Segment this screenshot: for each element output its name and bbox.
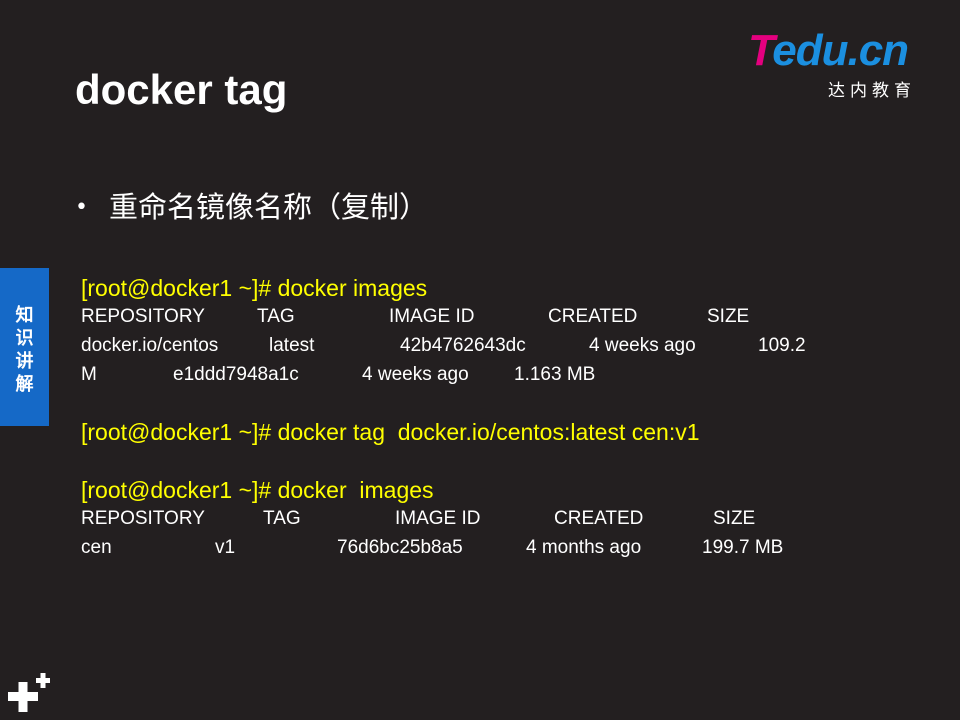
cell-image-id: 42b4762643dc <box>400 335 526 356</box>
cell-created: 4 weeks ago <box>362 364 469 385</box>
cell-size-wrap: M <box>81 364 97 385</box>
cell-created: 4 months ago <box>526 537 642 558</box>
slide: docker tag Tedu.cn 达内教育 • 重命名镜像名称（复制） 知 识… <box>0 0 960 720</box>
tedu-logo: Tedu.cn 达内教育 <box>748 26 928 102</box>
cell-tag: latest <box>269 335 315 356</box>
command-line-1: [root@docker1 ~]# docker images <box>81 275 428 301</box>
cell-tag: v1 <box>215 537 236 558</box>
cell-size: 199.7 MB <box>702 537 784 558</box>
header-created: CREATED <box>554 508 644 529</box>
plus-logo-icon <box>8 673 50 712</box>
bullet-point: • 重命名镜像名称（复制） <box>75 184 428 226</box>
header-image-id: IMAGE ID <box>395 508 481 529</box>
header-tag: TAG <box>257 306 295 327</box>
header-size: SIZE <box>713 508 756 529</box>
logo-wordmark: Tedu.cn <box>748 26 909 75</box>
cell-size: 109.2 <box>758 335 806 356</box>
header-image-id: IMAGE ID <box>389 306 475 327</box>
cell-repository: cen <box>81 537 112 558</box>
header-tag: TAG <box>263 508 301 529</box>
bullet-dot-icon: • <box>75 195 88 220</box>
cell-created: 4 weeks ago <box>589 335 696 356</box>
header-repository: REPOSITORY <box>81 306 205 327</box>
cell-repository: docker.io/centos <box>81 335 219 356</box>
cell-image-id: e1ddd7948a1c <box>173 364 299 385</box>
header-created: CREATED <box>548 306 638 327</box>
logo-subtitle: 达内教育 <box>828 81 916 101</box>
bullet-text: 重命名镜像名称（复制） <box>109 190 429 224</box>
command-line-3: [root@docker1 ~]# docker images <box>81 477 434 503</box>
header-repository: REPOSITORY <box>81 508 205 529</box>
cell-image-id: 76d6bc25b8a5 <box>337 537 463 558</box>
command-line-2: [root@docker1 ~]# docker tag docker.io/c… <box>81 419 700 445</box>
logo-letters-rest: edu.cn <box>772 26 909 75</box>
side-tab-char: 解 <box>15 374 34 395</box>
slide-title: docker tag <box>75 66 288 113</box>
logo-letter-t: T <box>748 26 773 75</box>
side-tab-knowledge: 知 识 讲 解 <box>0 268 49 426</box>
header-size: SIZE <box>707 306 750 327</box>
cell-size: 1.163 MB <box>514 364 596 385</box>
